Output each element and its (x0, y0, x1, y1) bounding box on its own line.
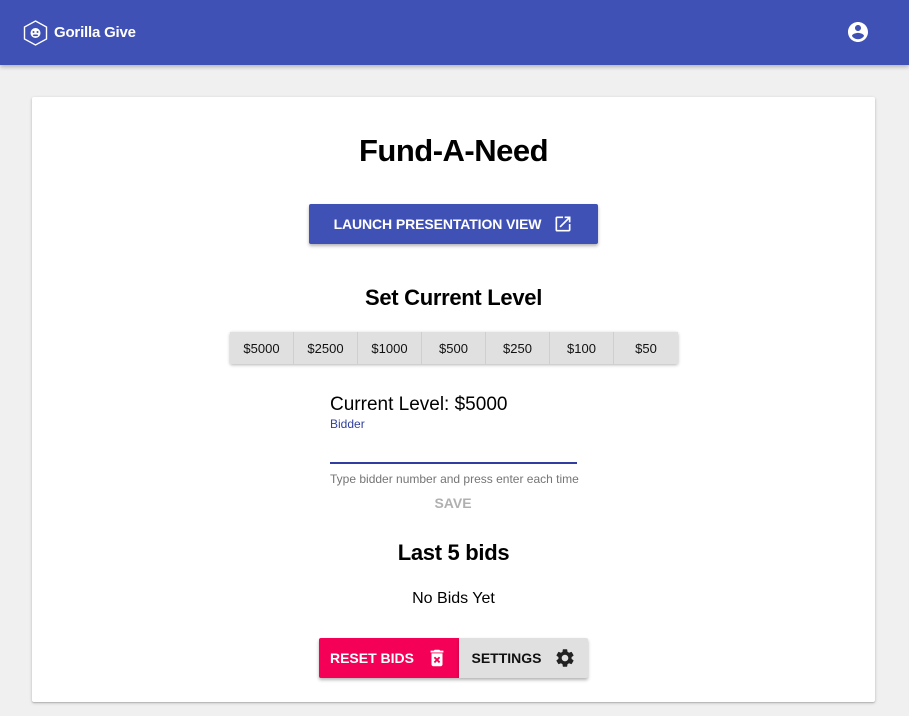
bidder-helper-text: Type bidder number and press enter each … (330, 472, 579, 486)
save-button[interactable]: SAVE (423, 493, 483, 513)
fund-a-need-card: Fund-A-Need LAUNCH PRESENTATION VIEW Set… (32, 97, 875, 702)
level-button-group: $5000 $2500 $1000 $500 $250 $100 $50 (230, 332, 678, 364)
delete-forever-icon (430, 649, 444, 667)
level-button-5000[interactable]: $5000 (230, 332, 294, 364)
level-button-500[interactable]: $500 (422, 332, 486, 364)
gear-icon (555, 649, 574, 667)
level-button-2500[interactable]: $2500 (294, 332, 358, 364)
action-buttons: RESET BIDS SETTINGS (319, 638, 588, 678)
level-button-50[interactable]: $50 (614, 332, 678, 364)
page-title: Fund-A-Need (358, 133, 549, 168)
open-in-new-icon (555, 216, 571, 232)
bidder-input[interactable] (330, 438, 577, 464)
set-level-title: Set Current Level (364, 285, 543, 310)
level-button-250[interactable]: $250 (486, 332, 550, 364)
app-title[interactable]: Gorilla Give (54, 24, 136, 41)
bidder-label: Bidder (330, 417, 365, 431)
reset-bids-label: RESET BIDS (329, 650, 414, 666)
settings-label: SETTINGS (471, 650, 542, 666)
settings-button[interactable]: SETTINGS (459, 638, 588, 678)
launch-presentation-button[interactable]: LAUNCH PRESENTATION VIEW (309, 204, 598, 244)
level-button-1000[interactable]: $1000 (358, 332, 422, 364)
last-bids-title: Last 5 bids (397, 540, 510, 565)
reset-bids-button[interactable]: RESET BIDS (319, 638, 459, 678)
app-bar: Gorilla Give (0, 0, 909, 65)
account-circle-icon[interactable] (846, 20, 870, 44)
launch-presentation-label: LAUNCH PRESENTATION VIEW (333, 216, 542, 232)
current-level-text: Current Level: $5000 (330, 394, 508, 415)
gorilla-logo-icon[interactable] (23, 20, 48, 46)
no-bids-text: No Bids Yet (412, 590, 495, 607)
level-button-100[interactable]: $100 (550, 332, 614, 364)
